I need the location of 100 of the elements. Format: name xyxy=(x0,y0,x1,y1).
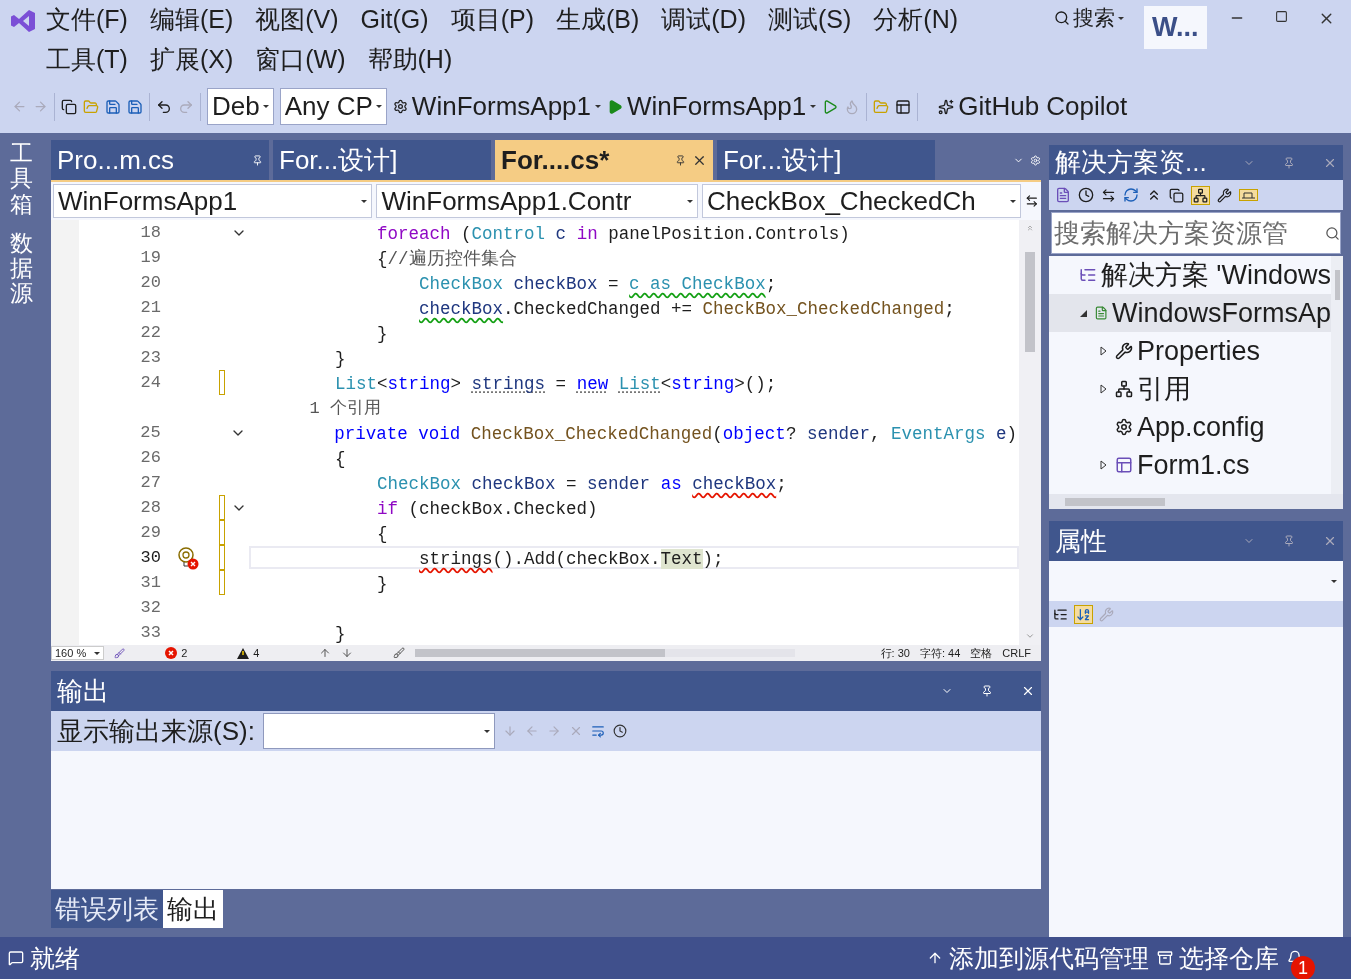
repository-button[interactable]: 选择仓库 xyxy=(1157,941,1279,975)
line-number: 26 xyxy=(139,448,161,467)
caret-icon xyxy=(361,199,368,203)
menu-item[interactable]: 调试(D) xyxy=(661,4,746,34)
save-icon[interactable] xyxy=(105,98,121,115)
code-line: } xyxy=(376,573,389,594)
copilot-button[interactable]: GitHub Copilot xyxy=(938,91,1128,122)
tree-item[interactable]: 解决方案 'Windows xyxy=(1100,257,1331,293)
caret-icon xyxy=(686,199,693,203)
menu-item[interactable]: 分析(N) xyxy=(873,4,959,34)
play-outline-icon[interactable] xyxy=(822,98,839,115)
menu-item[interactable]: 帮助(H) xyxy=(367,44,453,74)
sort-toggle[interactable] xyxy=(1074,604,1093,624)
run-button[interactable]: WinFormsApp1 xyxy=(607,91,817,122)
side-tab[interactable]: 工具箱 xyxy=(10,141,33,217)
menu-item[interactable]: 文件(F) xyxy=(46,4,128,34)
menu-item[interactable]: 扩展(X) xyxy=(149,44,234,74)
expanded-arrow-icon[interactable] xyxy=(1078,308,1089,318)
source-control-button[interactable]: 添加到源代码管理 xyxy=(927,941,1149,975)
pin-icon[interactable] xyxy=(1283,535,1295,547)
menu-item[interactable]: 生成(B) xyxy=(555,4,640,34)
menu-item[interactable]: 编辑(E) xyxy=(149,4,234,34)
categorized-icon[interactable] xyxy=(1053,606,1068,622)
tree-item[interactable]: Properties xyxy=(1137,335,1261,367)
horizontal-scrollbar[interactable] xyxy=(1065,497,1165,506)
clock-icon[interactable] xyxy=(612,724,627,738)
scroll-up-icon xyxy=(1026,224,1034,232)
horizontal-scrollbar[interactable] xyxy=(415,649,796,657)
search-button[interactable]: 搜索 xyxy=(1054,4,1124,32)
collapsed-arrow-icon[interactable] xyxy=(1098,460,1108,470)
up-arrow-icon[interactable] xyxy=(319,647,332,659)
navigation-dropdown[interactable]: WinFormsApp1 xyxy=(53,184,373,218)
filter-toggle[interactable] xyxy=(1191,185,1210,205)
word-wrap-icon[interactable] xyxy=(590,724,605,738)
maximize-icon[interactable] xyxy=(1275,10,1288,23)
copy-icon[interactable] xyxy=(1169,187,1184,203)
line-ending-indicator[interactable]: CRLF xyxy=(1002,647,1031,659)
message-icon xyxy=(8,950,24,966)
caret-icon xyxy=(1010,199,1017,203)
platform-dropdown[interactable]: Any CP xyxy=(279,88,387,125)
navigation-dropdown[interactable]: WinFormsApp1.Contr xyxy=(376,184,698,218)
pin-icon[interactable] xyxy=(981,685,993,697)
code-line: } xyxy=(334,348,347,369)
line-indicator[interactable]: 行: 30 xyxy=(880,645,910,661)
side-tab[interactable]: 数据源 xyxy=(10,230,33,307)
undo-icon[interactable] xyxy=(156,98,172,115)
window-icon[interactable] xyxy=(895,98,912,115)
code-line: private void CheckBox_CheckedChanged(object? sender, EventArgs e) xyxy=(333,423,1018,444)
error-count[interactable]: 2 xyxy=(165,647,188,659)
zoom-dropdown[interactable]: 160 % xyxy=(51,646,105,660)
solution-name-badge: W... xyxy=(1144,6,1207,49)
gear-icon xyxy=(392,99,408,114)
panel-tab[interactable]: 错误列表 xyxy=(51,890,163,928)
warning-count[interactable]: 4 xyxy=(237,647,260,659)
panel-tab[interactable]: 输出 xyxy=(163,890,223,928)
lightbulb-error-icon[interactable] xyxy=(177,545,199,570)
app-logo-icon xyxy=(10,8,36,34)
document-tab[interactable]: For...设计] xyxy=(273,140,491,180)
collapsed-arrow-icon[interactable] xyxy=(1098,384,1108,394)
column-indicator[interactable]: 字符: 44 xyxy=(919,645,961,661)
indent-indicator[interactable]: 空格 xyxy=(970,645,993,661)
code-line: CheckBox checkBox = sender as checkBox; xyxy=(376,473,788,494)
tree-item[interactable]: 引用 xyxy=(1137,371,1191,407)
split-icon xyxy=(1025,194,1039,208)
history-icon[interactable] xyxy=(1078,187,1094,203)
startup-project-dropdown[interactable]: WinFormsApp1 xyxy=(392,91,601,122)
code-lens[interactable]: 1 个引用 xyxy=(228,396,382,419)
menu-item[interactable]: Git(G) xyxy=(360,4,429,34)
document-tab[interactable]: Pro...m.cs xyxy=(51,140,269,180)
wrench-icon[interactable] xyxy=(1217,187,1232,203)
menu-item[interactable]: 工具(T) xyxy=(46,44,128,74)
caret-icon xyxy=(810,105,817,108)
output-source-dropdown[interactable] xyxy=(262,713,495,749)
save-all-icon[interactable] xyxy=(127,98,143,115)
menu-item[interactable]: 测试(S) xyxy=(768,4,852,34)
menu-item[interactable]: 窗口(W) xyxy=(255,44,346,74)
menu-item[interactable]: 项目(P) xyxy=(450,4,534,34)
menu-item[interactable]: 视图(V) xyxy=(255,4,339,34)
panel-title: 解决方案资... xyxy=(1055,146,1207,179)
document-tab[interactable]: For...设计] xyxy=(717,140,935,180)
settings-icon xyxy=(1030,154,1041,166)
line-number: 21 xyxy=(139,298,161,317)
sync-icon[interactable] xyxy=(1101,187,1116,203)
scrollbar-thumb[interactable] xyxy=(1025,252,1035,352)
collapsed-arrow-icon[interactable] xyxy=(1098,346,1108,356)
scrollbar-thumb[interactable] xyxy=(1334,270,1340,300)
caret-icon xyxy=(375,105,382,108)
navigation-dropdown[interactable]: CheckBox_CheckedCh xyxy=(701,184,1022,218)
tree-item[interactable]: App.config xyxy=(1137,411,1265,443)
pin-icon[interactable] xyxy=(1283,156,1295,169)
line-number: 30 xyxy=(139,548,161,567)
document-tab[interactable]: For....cs* xyxy=(495,140,713,180)
close-icon[interactable] xyxy=(1021,684,1035,698)
code-line: } xyxy=(334,623,347,644)
down-arrow-icon[interactable] xyxy=(341,647,354,659)
refresh-icon[interactable] xyxy=(1123,187,1139,203)
configuration-dropdown[interactable]: Deb xyxy=(207,88,274,125)
code-line: if (checkBox.Checked) xyxy=(376,498,599,519)
tree-item[interactable]: Form1.cs xyxy=(1137,449,1250,481)
search-field[interactable]: 搜索解决方案资源管 xyxy=(1051,212,1341,254)
